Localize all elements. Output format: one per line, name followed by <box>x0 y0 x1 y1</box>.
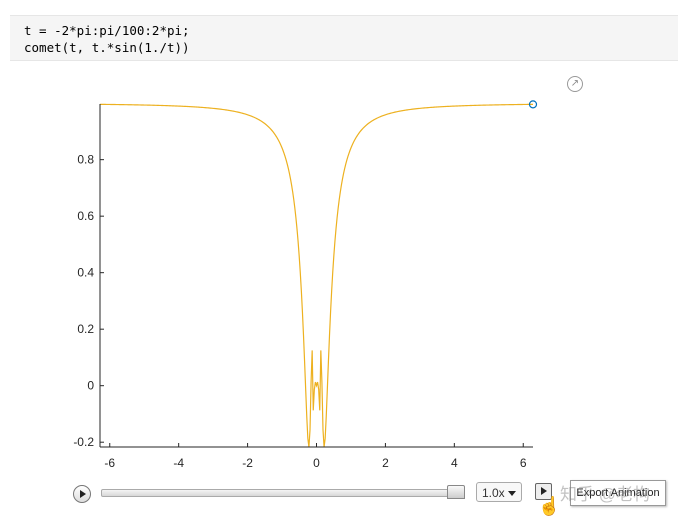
y-tick-label: -0.2 <box>73 435 94 449</box>
tooltip: Export Animation <box>570 480 666 506</box>
expand-figure-icon[interactable]: ↗ <box>567 76 583 92</box>
y-tick-label: 0.8 <box>77 153 94 167</box>
playback-slider[interactable] <box>101 489 463 497</box>
x-tick-label: 6 <box>520 456 527 470</box>
x-tick-label: -4 <box>173 456 184 470</box>
x-tick-label: -6 <box>104 456 115 470</box>
x-tick-label: 0 <box>313 456 320 470</box>
speed-value: 1.0x <box>482 486 505 500</box>
x-tick-label: 4 <box>451 456 458 470</box>
slider-thumb[interactable] <box>447 485 465 499</box>
speed-dropdown[interactable]: 1.0x <box>476 482 522 502</box>
x-tick-label: -2 <box>242 456 253 470</box>
y-tick-label: 0.2 <box>77 322 94 336</box>
play-button[interactable] <box>73 485 91 503</box>
y-tick-label: 0 <box>87 379 94 393</box>
comet-trace <box>99 103 534 448</box>
y-tick-label: 0.6 <box>77 209 94 223</box>
hand-cursor-icon: ☝ <box>538 496 561 516</box>
chevron-down-icon <box>508 491 516 496</box>
x-tick-label: 2 <box>382 456 389 470</box>
comet-plot: -6 -4 -2 0 2 4 6 -0.2 0 0.2 0.4 0.6 0.8 <box>73 100 538 470</box>
y-tick-label: 0.4 <box>77 266 94 280</box>
